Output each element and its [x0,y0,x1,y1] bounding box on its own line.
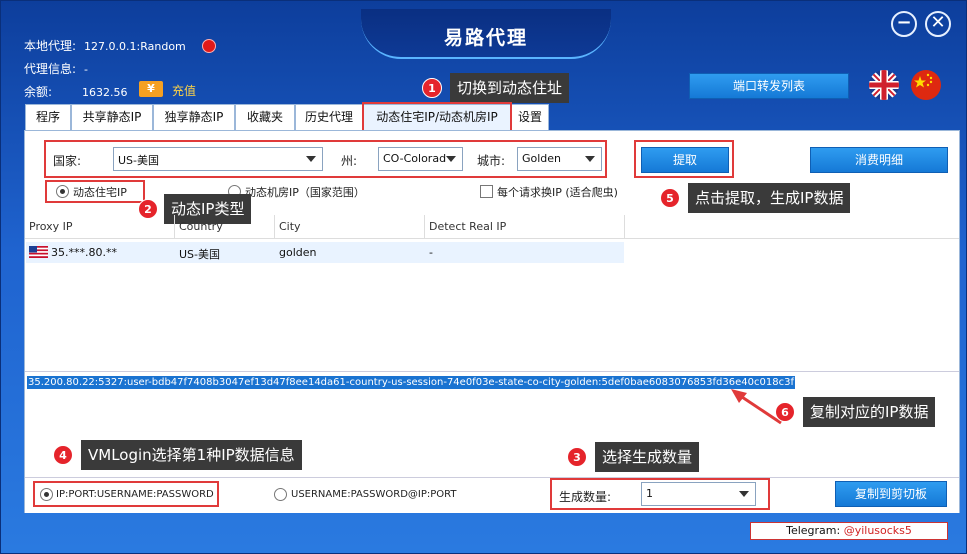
telegram-label: Telegram: [786,524,844,537]
callout-text-6: 复制对应的IP数据 [803,397,936,427]
per-request-checkbox[interactable] [480,185,493,198]
ip-output-text[interactable]: 35.200.80.22:5327:user-bdb47f7408b3047ef… [27,376,795,389]
city-value: Golden [522,152,562,165]
country-label: 国家: [53,154,82,168]
format1-label: IP:PORT:USERNAME:PASSWORD [56,489,214,500]
cell-city: golden [279,246,317,259]
count-value: 1 [646,487,653,500]
callout-text-1: 切换到动态住址 [450,73,570,103]
tab-favorites[interactable]: 收藏夹 [235,104,295,130]
recharge-icon[interactable]: ¥ [139,81,163,97]
port-forward-button[interactable]: 端口转发列表 [689,73,849,99]
callout-text-5: 点击提取，生成IP数据 [688,183,851,213]
cn-flag-icon[interactable] [911,70,941,100]
close-button[interactable]: ✕ [925,11,951,37]
col-divider [174,215,175,239]
country-value: US-美国 [118,154,160,167]
city-label: 城市: [477,154,506,168]
balance-row: 余额: 1632.56 [24,83,128,100]
callout-badge-5: 5 [660,188,680,208]
chevron-down-icon [446,156,456,162]
us-flag-icon [29,246,48,258]
app-window: 易路代理 − ✕ 本地代理: 127.0.0.1:Random 代理信息: - 余额… [0,0,967,554]
col-divider [424,215,425,239]
output-divider [25,371,959,372]
residential-label: 动态住宅IP [73,186,127,199]
state-value: CO-Colorad [383,152,447,165]
status-dot-icon [202,39,216,53]
minimize-button[interactable]: − [891,11,917,37]
residential-radio[interactable] [56,185,69,198]
col-detect[interactable]: Detect Real IP [429,220,506,233]
chevron-down-icon [306,156,316,162]
chevron-down-icon [585,156,595,162]
telegram-badge[interactable]: Telegram: @yilusocks5 [750,522,948,540]
proxy-info-label: 代理信息: [24,62,77,76]
recharge-link[interactable]: 充值 [172,82,196,99]
local-proxy-label: 本地代理: [24,39,77,53]
balance-label: 余额: [24,85,53,99]
table-header: Proxy IP Country City Detect Real IP [25,215,959,239]
copy-clipboard-button[interactable]: 复制到剪切板 [835,481,947,507]
col-country[interactable]: Country [179,220,223,233]
state-label: 州: [341,154,358,168]
city-select[interactable]: Golden [517,147,602,171]
title-bar: 易路代理 [361,9,611,59]
uk-flag-icon[interactable] [869,70,899,100]
cell-detect: - [429,246,433,259]
callout-text-3: 选择生成数量 [595,442,700,472]
callout-text-4: VMLogin选择第1种IP数据信息 [81,440,302,470]
callout-badge-1: 1 [422,78,442,98]
chevron-down-icon [739,491,749,497]
format2-radio[interactable] [274,488,287,501]
per-request-label: 每个请求换IP (适合爬虫) [497,186,618,199]
state-select[interactable]: CO-Colorad [378,147,463,171]
highlight-tab [362,102,512,133]
local-proxy-value: 127.0.0.1:Random [84,40,186,53]
count-label: 生成数量: [559,490,612,504]
format1-radio[interactable] [40,488,53,501]
cell-country: US-美国 [179,248,221,261]
extract-button[interactable]: 提取 [641,147,729,173]
tab-shared-static[interactable]: 共享静态IP [71,104,153,130]
country-select[interactable]: US-美国 [113,147,323,171]
tab-history[interactable]: 历史代理 [295,104,363,130]
tab-program[interactable]: 程序 [25,104,71,130]
balance-value: 1632.56 [82,86,128,99]
col-proxy-ip[interactable]: Proxy IP [29,220,73,233]
telegram-handle[interactable]: @yilusocks5 [844,524,912,537]
local-proxy-row: 本地代理: 127.0.0.1:Random [24,37,186,54]
datacenter-label: 动态机房IP（国家范围） [245,186,365,199]
col-divider [624,215,625,239]
col-divider [274,215,275,239]
count-select[interactable]: 1 [641,482,756,506]
tab-exclusive-static[interactable]: 独享静态IP [153,104,235,130]
callout-badge-6: 6 [775,402,795,422]
cell-proxy-ip: 35.***.80.** [51,246,117,259]
proxy-info-row: 代理信息: - [24,60,88,77]
callout-badge-4: 4 [53,445,73,465]
callout-badge-3: 3 [567,447,587,467]
table-row[interactable]: 35.***.80.** US-美国 golden - [26,242,624,263]
format2-label: USERNAME:PASSWORD@IP:PORT [291,489,457,500]
app-title: 易路代理 [443,27,528,49]
proxy-info-value: - [84,63,89,76]
consumption-button[interactable]: 消费明细 [810,147,948,173]
col-city[interactable]: City [279,220,301,233]
tab-settings[interactable]: 设置 [511,104,549,130]
